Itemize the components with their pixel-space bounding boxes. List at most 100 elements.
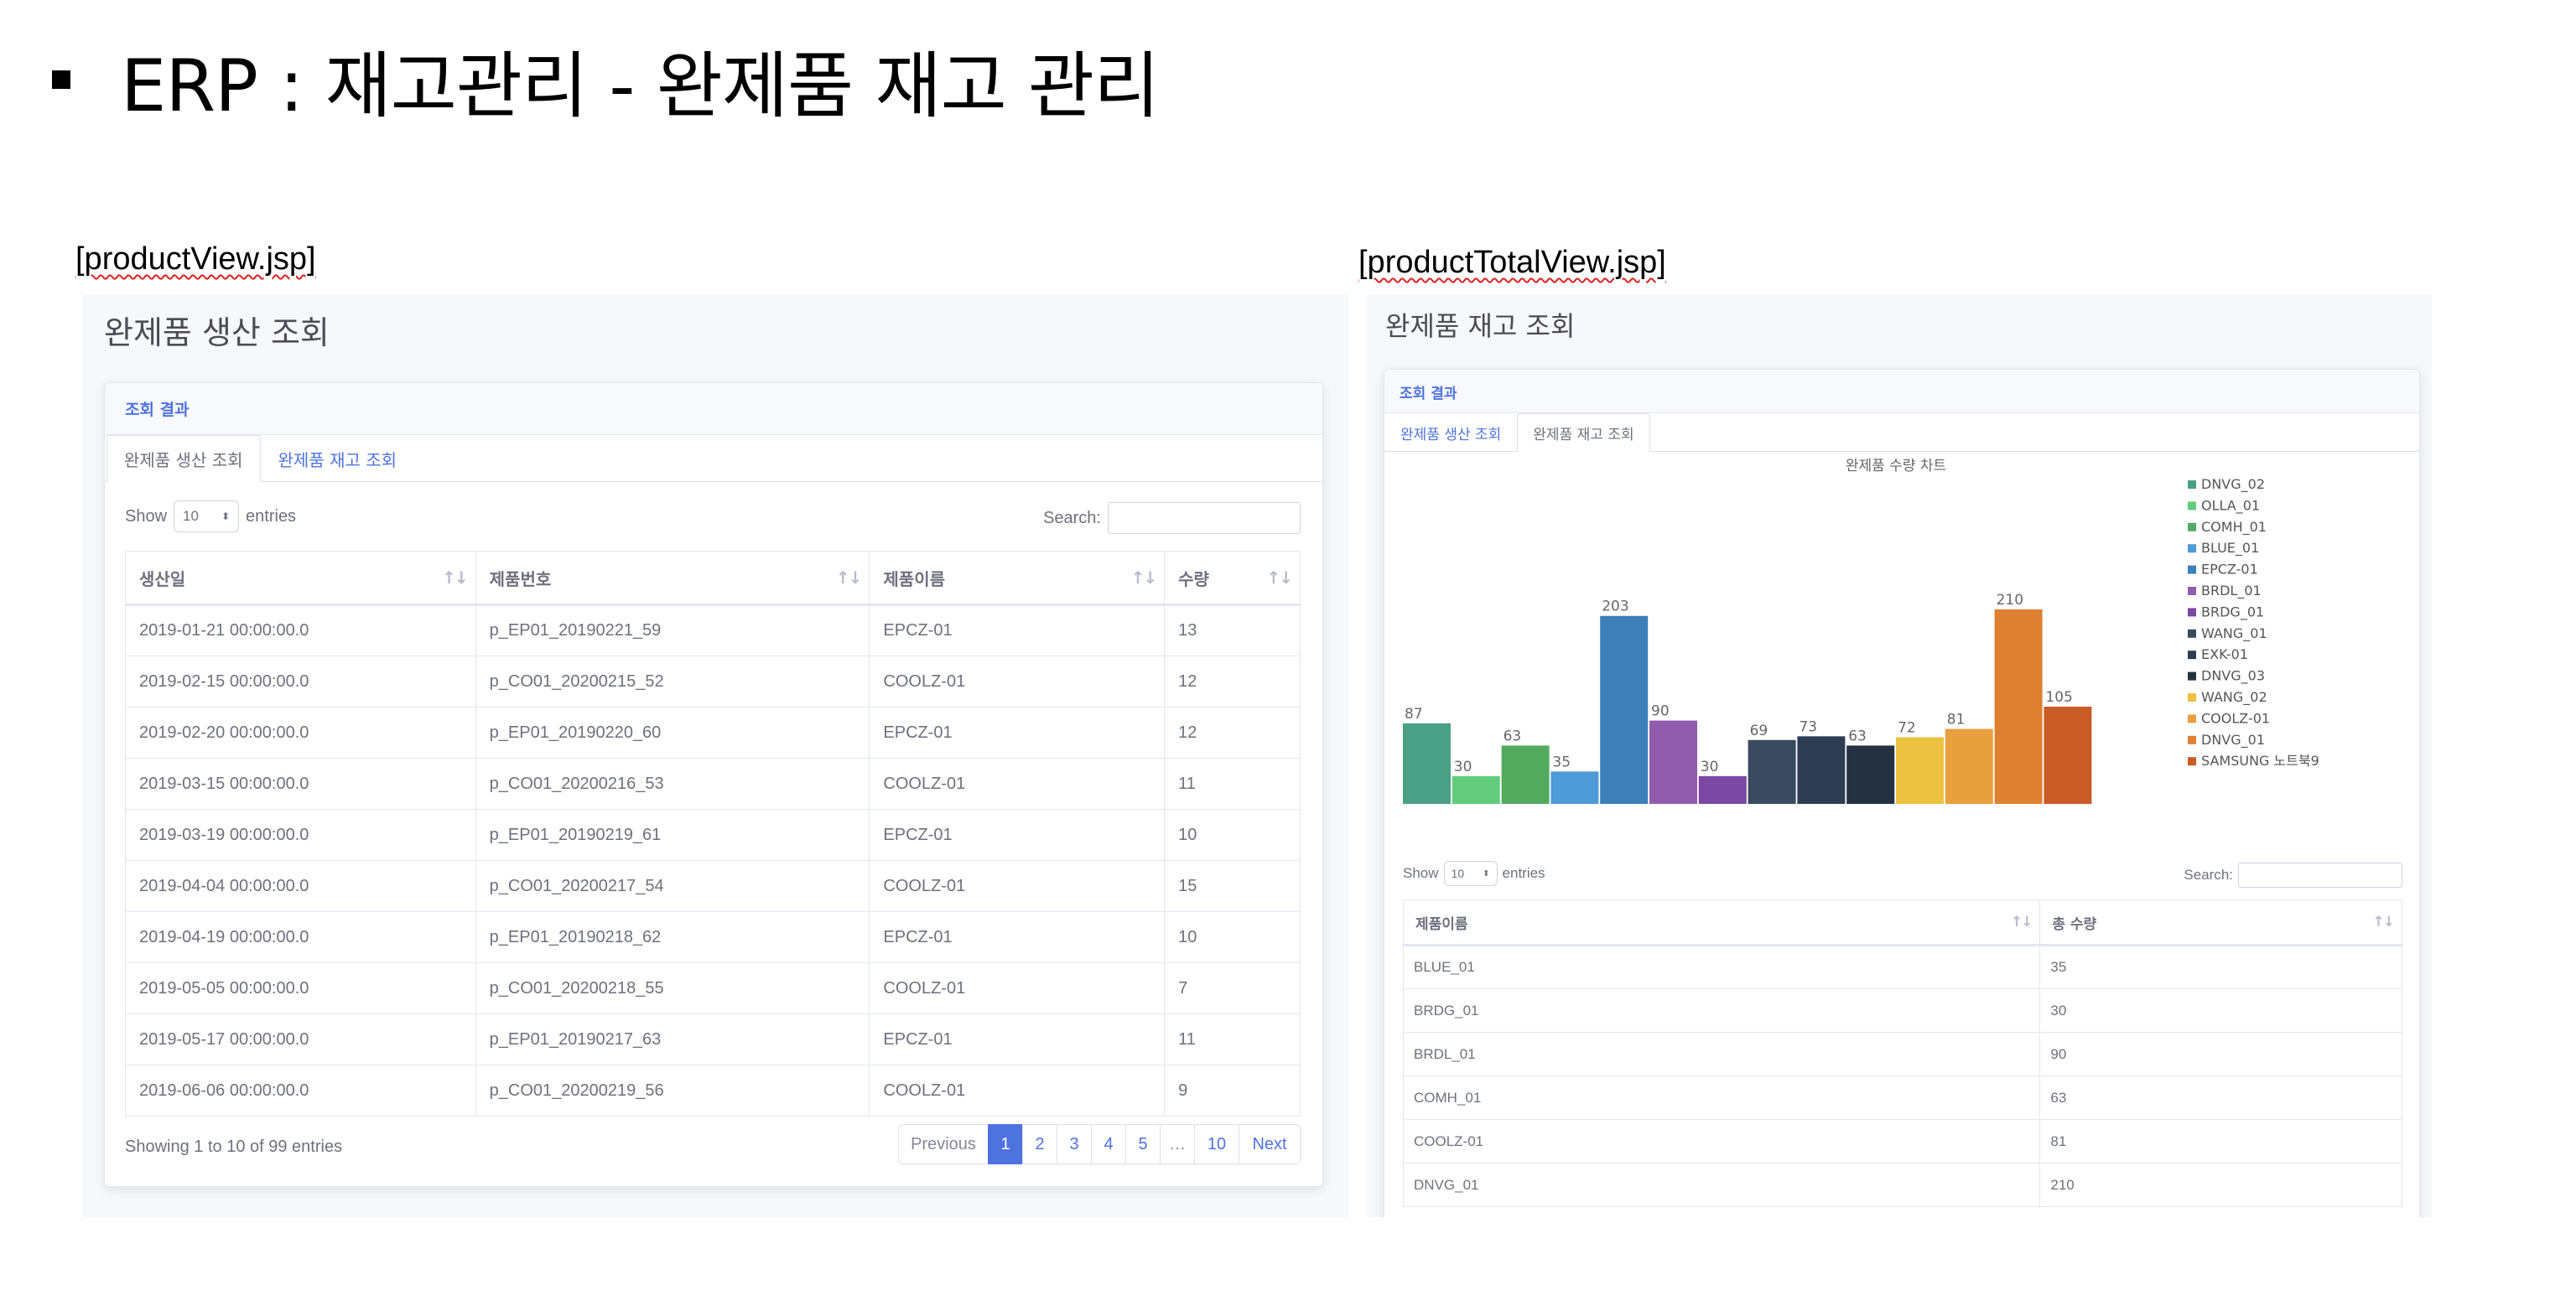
- table-cell: COOLZ-01: [869, 860, 1166, 912]
- length-select-value: 10: [1451, 867, 1465, 880]
- table-cell: COOLZ-01: [869, 758, 1166, 810]
- table-row: 2019-04-04 00:00:00.0 p_CO01_20200217_54 C…: [125, 860, 1301, 912]
- show-label: Show: [1403, 865, 1439, 881]
- table-row: 2019-06-06 00:00:00.0 p_CO01_20200219_56 C…: [125, 1065, 1301, 1117]
- legend-label[interactable]: BRDL_01: [2201, 583, 2262, 599]
- bar-DNVG_01: [1994, 609, 2043, 804]
- bar-value-label: 90: [1651, 703, 1670, 720]
- legend-label[interactable]: DNVG_03: [2201, 668, 2265, 685]
- col-header-product-name[interactable]: 제품이름 ↑↓: [1402, 899, 2041, 946]
- right-length-select[interactable]: 10 ⬍: [1443, 861, 1498, 886]
- pagination-page-1[interactable]: 1: [988, 1124, 1023, 1164]
- bar-OLLA_01: [1452, 775, 1500, 804]
- tab-product-production[interactable]: 완제품 생산 조회: [106, 435, 261, 482]
- table-cell: EPCZ-01: [869, 604, 1166, 656]
- chart-legend: DNVG_02 OLLA_01 COMH_01 BLUE_01 EPCZ-01 BRDL_…: [2188, 476, 2319, 769]
- legend-swatch: [2188, 544, 2196, 553]
- sort-icon: ↑↓: [835, 568, 862, 588]
- pagination-page-10[interactable]: 10: [1194, 1124, 1239, 1164]
- col-header-quantity[interactable]: 수량 ↑↓: [1164, 551, 1301, 606]
- legend-label[interactable]: SAMSUNG 노트북9: [2201, 753, 2319, 769]
- table-row: 2019-03-15 00:00:00.0 p_CO01_20200216_53 C…: [125, 758, 1301, 810]
- table-cell: p_EP01_20190218_62: [475, 911, 870, 963]
- bar-value-label: 81: [1947, 712, 1966, 728]
- bar-COOLZ-01: [1945, 728, 1993, 804]
- table-cell: BRDG_01: [1402, 988, 2041, 1033]
- sort-asc-icon: ↑↓: [2010, 914, 2033, 930]
- table-cell: 11: [1164, 758, 1301, 810]
- legend-label[interactable]: EPCZ-01: [2201, 562, 2258, 578]
- tab-product-stock[interactable]: 완제품 재고 조회: [1517, 413, 1650, 452]
- slide-title: ERP : 재고관리 - 완제품 재고 관리: [52, 27, 1160, 132]
- legend-swatch: [2188, 629, 2196, 638]
- legend-swatch: [2188, 565, 2196, 574]
- table-cell: COOLZ-01: [869, 1065, 1166, 1117]
- table-row: BRDL_01 90: [1402, 1032, 2402, 1076]
- legend-label[interactable]: DNVG_02: [2201, 476, 2265, 493]
- pagination-previous-button[interactable]: Previous: [898, 1124, 989, 1164]
- bar-value-label: 30: [1701, 759, 1719, 775]
- table-cell: 9: [1164, 1065, 1301, 1117]
- bar-value-label: 73: [1799, 718, 1817, 735]
- col-header-total-quantity[interactable]: 총 수량 ↑↓: [2039, 899, 2402, 946]
- bar-COMH_01: [1501, 745, 1550, 804]
- bar-EPCZ-01: [1600, 615, 1649, 804]
- right-tabs: 완제품 생산 조회 완제품 재고 조회: [1384, 413, 2419, 452]
- table-cell: 2019-06-06 00:00:00.0: [125, 1065, 476, 1117]
- table-cell: 210: [2039, 1163, 2402, 1207]
- left-card-header: 조회 결과: [105, 383, 1322, 435]
- table-cell: 35: [2039, 945, 2402, 989]
- table-cell: p_CO01_20200217_54: [475, 860, 870, 912]
- table-cell: 10: [1164, 911, 1301, 963]
- tab-product-production[interactable]: 완제품 생산 조회: [1384, 413, 1517, 451]
- legend-label[interactable]: OLLA_01: [2201, 497, 2260, 514]
- table-cell: 2019-04-04 00:00:00.0: [125, 860, 476, 912]
- table-cell: 2019-03-15 00:00:00.0: [125, 758, 476, 810]
- pagination-page-5[interactable]: 5: [1125, 1124, 1161, 1164]
- select-updown-icon: ⬍: [1483, 868, 1490, 879]
- col-header-product-number[interactable]: 제품번호 ↑↓: [475, 551, 870, 606]
- left-panel: 완제품 생산 조회 조회 결과 완제품 생산 조회 완제품 재고 조회 Show…: [82, 295, 1348, 1217]
- legend-label[interactable]: WANG_02: [2201, 689, 2267, 706]
- sort-icon: ↑↓: [2372, 914, 2395, 930]
- tab-product-stock[interactable]: 완제품 재고 조회: [261, 435, 415, 481]
- bar-value-label: 35: [1552, 754, 1571, 770]
- col-label: 수량: [1178, 568, 1209, 589]
- pagination-ellipsis: …: [1160, 1124, 1195, 1164]
- sort-icon: ↑↓: [1266, 568, 1292, 588]
- left-search-input[interactable]: [1108, 502, 1301, 534]
- legend-label[interactable]: DNVG_01: [2201, 732, 2265, 749]
- table-cell: p_CO01_20200218_55: [475, 962, 870, 1014]
- right-search-input[interactable]: [2238, 863, 2402, 888]
- col-label: 총 수량: [2052, 915, 2097, 933]
- table-cell: BRDL_01: [1402, 1032, 2041, 1076]
- col-header-production-date[interactable]: 생산일 ↑↓: [125, 551, 476, 606]
- table-cell: COOLZ-01: [869, 656, 1166, 708]
- col-header-product-name[interactable]: 제품이름 ↑↓: [869, 551, 1166, 606]
- sort-icon: ↑↓: [1130, 568, 1157, 588]
- legend-swatch: [2188, 693, 2196, 702]
- table-row: COMH_01 63: [1402, 1076, 2402, 1120]
- table-row: 2019-05-05 00:00:00.0 p_CO01_20200218_55 C…: [125, 962, 1301, 1014]
- pagination-page-2[interactable]: 2: [1022, 1124, 1057, 1164]
- left-length-select[interactable]: 10 ⬍: [174, 500, 240, 532]
- left-tabs: 완제품 생산 조회 완제품 재고 조회: [105, 435, 1322, 482]
- legend-label[interactable]: COOLZ-01: [2201, 710, 2270, 726]
- col-label: 생산일: [139, 568, 186, 589]
- legend-label[interactable]: BRDG_01: [2201, 604, 2264, 620]
- table-cell: 30: [2039, 988, 2402, 1033]
- pagination-page-3[interactable]: 3: [1057, 1124, 1092, 1164]
- pagination-page-4[interactable]: 4: [1091, 1124, 1126, 1164]
- length-select-value: 10: [183, 508, 199, 524]
- legend-label[interactable]: WANG_01: [2201, 625, 2267, 642]
- right-card: 조회 결과 완제품 생산 조회 완제품 재고 조회 완제품 수량 차트 87 30 6…: [1384, 369, 2420, 1217]
- table-cell: 2019-04-19 00:00:00.0: [125, 911, 476, 963]
- table-cell: COOLZ-01: [1402, 1119, 2041, 1164]
- legend-label[interactable]: COMH_01: [2201, 519, 2267, 536]
- legend-label[interactable]: BLUE_01: [2201, 540, 2259, 557]
- legend-label[interactable]: EXK-01: [2201, 646, 2248, 662]
- pagination-next-button[interactable]: Next: [1239, 1124, 1301, 1164]
- slide-title-text: ERP : 재고관리 - 완제품 재고 관리: [121, 44, 1160, 128]
- bar-DNVG_02: [1403, 723, 1451, 804]
- legend-swatch: [2188, 522, 2196, 531]
